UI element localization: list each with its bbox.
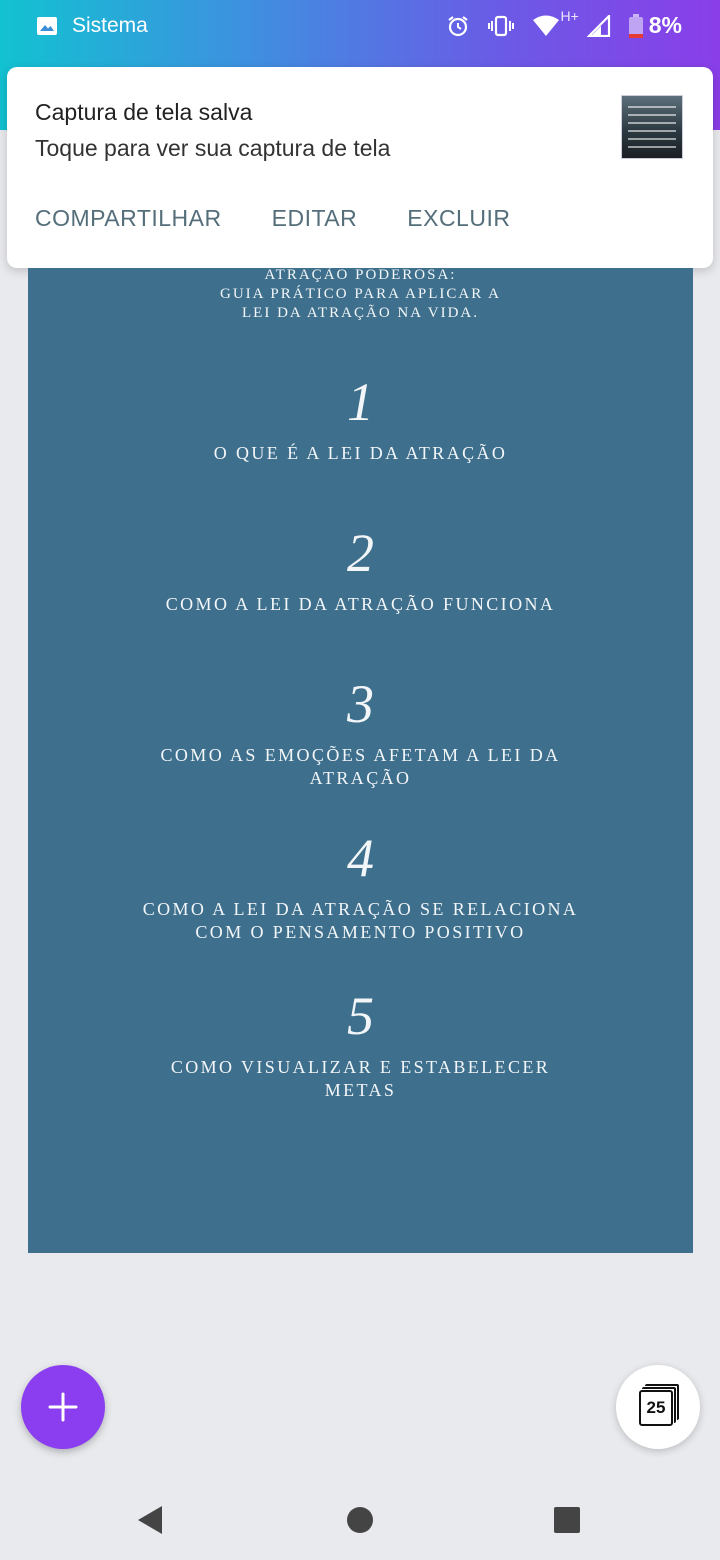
home-circle-icon	[347, 1507, 373, 1533]
contents-item: 1 O QUE É A LEI DA ATRAÇÃO	[68, 372, 653, 465]
back-triangle-icon	[138, 1506, 162, 1534]
screenshot-thumbnail[interactable]	[621, 95, 683, 159]
recents-button[interactable]	[537, 1480, 597, 1560]
notification-title: Captura de tela salva	[35, 99, 253, 125]
item-number: 5	[347, 986, 374, 1046]
item-title-line: ATRAÇÃO	[309, 768, 412, 788]
item-title: O QUE É A LEI DA ATRAÇÃO	[213, 443, 508, 463]
delete-action-button[interactable]: EXCLUIR	[407, 205, 510, 232]
subtitle-line: LEI DA ATRAÇÃO NA VIDA.	[242, 305, 479, 321]
document-page[interactable]: ATRAÇÃO PODEROSA: GUIA PRÁTICO PARA APLI…	[28, 267, 693, 1253]
network-type-label: H+	[560, 7, 579, 24]
pages-icon: 25	[639, 1384, 679, 1426]
contents-item: 2 COMO A LEI DA ATRAÇÃO FUNCIONA	[68, 523, 653, 616]
pages-button[interactable]: 25	[616, 1365, 700, 1449]
home-button[interactable]	[330, 1480, 390, 1560]
back-button[interactable]	[120, 1480, 180, 1560]
contents-item: 3 COMO AS EMOÇÕES AFETAM A LEI DA ATRAÇÃ…	[68, 674, 653, 790]
alarm-icon	[448, 15, 469, 36]
screenshot-notification[interactable]: Captura de tela salva Toque para ver sua…	[7, 67, 713, 268]
contents-item: 5 COMO VISUALIZAR E ESTABELECER METAS	[68, 986, 653, 1102]
item-title: COMO AS EMOÇÕES AFETAM A LEI DA ATRAÇÃO	[68, 744, 653, 790]
item-number: 3	[347, 674, 374, 734]
battery-icon	[628, 13, 643, 38]
signal-icon	[586, 14, 610, 37]
document-subtitle: ATRAÇÃO PODEROSA: GUIA PRÁTICO PARA APLI…	[28, 267, 693, 323]
subtitle-line: ATRAÇÃO PODEROSA:	[264, 267, 457, 283]
vibrate-icon	[488, 15, 515, 36]
gallery-icon	[37, 17, 57, 35]
item-title: COMO VISUALIZAR E ESTABELECER METAS	[68, 1056, 653, 1102]
battery-percentage: 8%	[648, 12, 682, 38]
item-title-line: COMO AS EMOÇÕES AFETAM A LEI DA	[160, 745, 561, 765]
recents-square-icon	[554, 1507, 580, 1533]
wifi-icon	[533, 15, 560, 36]
item-title-line: COMO VISUALIZAR E ESTABELECER	[170, 1057, 551, 1077]
contents-item: 4 COMO A LEI DA ATRAÇÃO SE RELACIONA COM…	[68, 828, 653, 944]
item-number: 1	[347, 372, 374, 432]
edit-action-button[interactable]: EDITAR	[272, 205, 358, 232]
share-action-button[interactable]: COMPARTILHAR	[35, 205, 222, 232]
item-title-line: METAS	[324, 1080, 397, 1100]
item-number: 4	[347, 828, 374, 888]
status-app-name: Sistema	[72, 14, 148, 37]
item-title: COMO A LEI DA ATRAÇÃO FUNCIONA	[165, 594, 556, 614]
item-title-line: COMO A LEI DA ATRAÇÃO SE RELACIONA	[142, 899, 579, 919]
status-bar: Sistema H+ 8%	[0, 0, 720, 56]
item-title: COMO A LEI DA ATRAÇÃO SE RELACIONA COM O…	[68, 898, 653, 944]
subtitle-line: GUIA PRÁTICO PARA APLICAR A	[220, 286, 501, 302]
page-count: 25	[639, 1390, 673, 1426]
item-title-line: COM O PENSAMENTO POSITIVO	[195, 922, 526, 942]
plus-icon	[48, 1392, 78, 1422]
notification-text: Toque para ver sua captura de tela	[35, 135, 391, 161]
item-number: 2	[347, 523, 374, 583]
add-button[interactable]	[21, 1365, 105, 1449]
navigation-bar	[0, 1480, 720, 1560]
